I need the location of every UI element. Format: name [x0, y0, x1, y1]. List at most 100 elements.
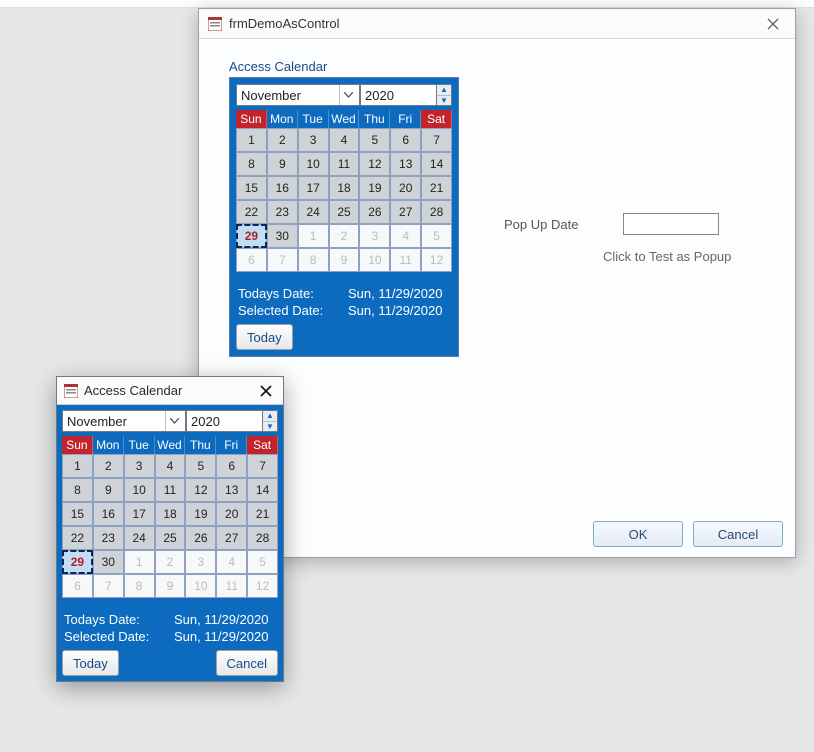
- calendar-day[interactable]: 18: [155, 502, 186, 526]
- ok-button[interactable]: OK: [593, 521, 683, 547]
- calendar-day[interactable]: 12: [421, 248, 452, 272]
- calendar-day[interactable]: 11: [216, 574, 247, 598]
- calendar-day[interactable]: 11: [329, 152, 360, 176]
- calendar-day[interactable]: 30: [267, 224, 298, 248]
- year-input[interactable]: 2020: [360, 84, 436, 106]
- calendar-day[interactable]: 5: [421, 224, 452, 248]
- calendar-day[interactable]: 14: [247, 478, 278, 502]
- calendar-day[interactable]: 10: [185, 574, 216, 598]
- calendar-day[interactable]: 4: [216, 550, 247, 574]
- calendar-day[interactable]: 26: [185, 526, 216, 550]
- calendar-day[interactable]: 13: [216, 478, 247, 502]
- popup-titlebar[interactable]: Access Calendar: [57, 377, 283, 405]
- calendar-day[interactable]: 8: [298, 248, 329, 272]
- calendar-day[interactable]: 24: [124, 526, 155, 550]
- today-button[interactable]: Today: [236, 324, 293, 350]
- calendar-day[interactable]: 10: [298, 152, 329, 176]
- calendar-day[interactable]: 20: [390, 176, 421, 200]
- month-select[interactable]: November: [236, 84, 360, 106]
- calendar-day[interactable]: 1: [298, 224, 329, 248]
- calendar-day[interactable]: 1: [236, 128, 267, 152]
- chevron-down-icon[interactable]: [339, 85, 357, 105]
- cancel-button[interactable]: Cancel: [216, 650, 278, 676]
- popup-date-input[interactable]: [623, 213, 719, 235]
- calendar-day[interactable]: 27: [390, 200, 421, 224]
- calendar-day[interactable]: 7: [421, 128, 452, 152]
- calendar-day[interactable]: 21: [247, 502, 278, 526]
- calendar-day[interactable]: 3: [359, 224, 390, 248]
- calendar-day[interactable]: 12: [359, 152, 390, 176]
- cancel-button[interactable]: Cancel: [693, 521, 783, 547]
- calendar-day[interactable]: 15: [62, 502, 93, 526]
- calendar-day[interactable]: 23: [267, 200, 298, 224]
- spinner-down-icon[interactable]: ▼: [437, 96, 451, 106]
- calendar-day[interactable]: 6: [390, 128, 421, 152]
- calendar-day[interactable]: 5: [247, 550, 278, 574]
- calendar-day[interactable]: 10: [124, 478, 155, 502]
- calendar-day[interactable]: 22: [62, 526, 93, 550]
- calendar-day[interactable]: 3: [298, 128, 329, 152]
- calendar-day[interactable]: 2: [267, 128, 298, 152]
- calendar-day[interactable]: 17: [298, 176, 329, 200]
- calendar-day[interactable]: 2: [93, 454, 124, 478]
- calendar-day[interactable]: 8: [62, 478, 93, 502]
- close-icon[interactable]: [255, 381, 277, 401]
- calendar-day[interactable]: 7: [93, 574, 124, 598]
- calendar-day[interactable]: 4: [390, 224, 421, 248]
- spinner-down-icon[interactable]: ▼: [263, 422, 277, 432]
- calendar-day[interactable]: 3: [124, 454, 155, 478]
- calendar-day[interactable]: 13: [390, 152, 421, 176]
- calendar-day[interactable]: 1: [62, 454, 93, 478]
- calendar-day[interactable]: 16: [93, 502, 124, 526]
- calendar-day[interactable]: 9: [329, 248, 360, 272]
- calendar-day[interactable]: 26: [359, 200, 390, 224]
- calendar-day[interactable]: 9: [93, 478, 124, 502]
- month-select[interactable]: November: [62, 410, 186, 432]
- calendar-day[interactable]: 17: [124, 502, 155, 526]
- calendar-day[interactable]: 10: [359, 248, 390, 272]
- calendar-day[interactable]: 18: [329, 176, 360, 200]
- calendar-day[interactable]: 27: [216, 526, 247, 550]
- calendar-day[interactable]: 15: [236, 176, 267, 200]
- calendar-day[interactable]: 2: [329, 224, 360, 248]
- calendar-day[interactable]: 12: [185, 478, 216, 502]
- calendar-day[interactable]: 19: [359, 176, 390, 200]
- calendar-day[interactable]: 24: [298, 200, 329, 224]
- spinner-up-icon[interactable]: ▲: [263, 411, 277, 422]
- chevron-down-icon[interactable]: [165, 411, 183, 431]
- calendar-day[interactable]: 14: [421, 152, 452, 176]
- calendar-day[interactable]: 30: [93, 550, 124, 574]
- calendar-day[interactable]: 28: [247, 526, 278, 550]
- calendar-day[interactable]: 9: [267, 152, 298, 176]
- calendar-day-today[interactable]: 29: [236, 224, 267, 248]
- calendar-day[interactable]: 4: [329, 128, 360, 152]
- calendar-day[interactable]: 1: [124, 550, 155, 574]
- calendar-day[interactable]: 2: [155, 550, 186, 574]
- calendar-day[interactable]: 7: [247, 454, 278, 478]
- today-button[interactable]: Today: [62, 650, 119, 676]
- calendar-day[interactable]: 6: [236, 248, 267, 272]
- calendar-day[interactable]: 25: [155, 526, 186, 550]
- calendar-day[interactable]: 8: [236, 152, 267, 176]
- calendar-day[interactable]: 16: [267, 176, 298, 200]
- calendar-day[interactable]: 7: [267, 248, 298, 272]
- calendar-day[interactable]: 3: [185, 550, 216, 574]
- calendar-day[interactable]: 19: [185, 502, 216, 526]
- year-input[interactable]: 2020: [186, 410, 262, 432]
- close-icon[interactable]: [759, 13, 787, 35]
- calendar-day[interactable]: 5: [185, 454, 216, 478]
- calendar-day[interactable]: 9: [155, 574, 186, 598]
- calendar-day[interactable]: 6: [216, 454, 247, 478]
- calendar-day[interactable]: 5: [359, 128, 390, 152]
- calendar-day[interactable]: 8: [124, 574, 155, 598]
- calendar-day[interactable]: 20: [216, 502, 247, 526]
- calendar-day[interactable]: 11: [390, 248, 421, 272]
- calendar-day[interactable]: 4: [155, 454, 186, 478]
- calendar-day-today[interactable]: 29: [62, 550, 93, 574]
- calendar-day[interactable]: 25: [329, 200, 360, 224]
- calendar-day[interactable]: 22: [236, 200, 267, 224]
- calendar-day[interactable]: 12: [247, 574, 278, 598]
- calendar-day[interactable]: 23: [93, 526, 124, 550]
- spinner-up-icon[interactable]: ▲: [437, 85, 451, 96]
- calendar-day[interactable]: 21: [421, 176, 452, 200]
